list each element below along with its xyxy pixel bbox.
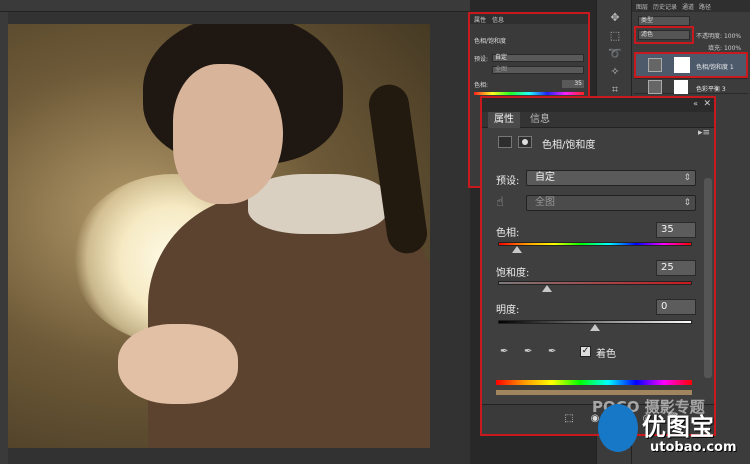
panel-scrollbar[interactable] [704, 178, 712, 378]
layer-row-color-balance[interactable]: 色彩平衡 3 [634, 78, 748, 94]
vertical-ruler [0, 12, 8, 464]
mask-icon[interactable] [518, 136, 532, 148]
lightness-value-input[interactable]: 0 [656, 299, 696, 315]
adjustment-icon[interactable] [498, 136, 512, 148]
properties-panel: « ✕ 属性 信息 ▸≡ 色相/饱和度 预设: 自定 ⇕ ☝ 全图 ⇕ 色相: … [480, 96, 716, 436]
saturation-slider-thumb[interactable] [541, 285, 552, 292]
lightness-slider-thumb[interactable] [590, 324, 600, 331]
mini-channel-select[interactable]: 全图 [492, 66, 584, 74]
hue-slider-thumb[interactable] [512, 246, 523, 253]
opacity-row[interactable]: 不透明度: 100% [696, 31, 741, 40]
layer-kind-filter[interactable]: 类型 [638, 16, 690, 26]
panel-title-bar[interactable]: « ✕ [482, 98, 714, 112]
channel-select[interactable]: 全图 ⇕ [526, 195, 696, 211]
tab-layers[interactable]: 图层 [636, 2, 648, 11]
hue-label: 色相: [496, 228, 520, 239]
saturation-value-input[interactable]: 25 [656, 260, 696, 276]
properties-tabs: 属性 信息 ▸≡ [482, 112, 714, 138]
colorize-label: 着色 [596, 349, 616, 360]
utobao-url: utobao.com [650, 440, 737, 455]
canvas-workspace[interactable] [0, 0, 470, 464]
blend-mode-select[interactable]: 滤色 [638, 30, 690, 40]
colorize-checkbox[interactable]: ✓ [580, 346, 591, 357]
saturation-label: 饱和度: [496, 268, 530, 279]
move-tool-icon[interactable]: ✥ [607, 10, 623, 26]
photo-hands [118, 324, 238, 404]
mini-hue-label: 色相: [474, 82, 489, 89]
preset-select[interactable]: 自定 ⇕ [526, 170, 696, 186]
tab-history[interactable]: 历史记录 [653, 2, 677, 11]
layer-name[interactable]: 色彩平衡 3 [696, 84, 726, 93]
photo-face [173, 64, 283, 204]
tab-info[interactable]: 信息 [524, 112, 556, 128]
close-icon[interactable]: ✕ [703, 99, 711, 109]
channel-value: 全图 [535, 197, 555, 208]
utobao-brand-text: 优图宝 [642, 413, 714, 441]
saturation-slider-track[interactable] [498, 281, 692, 285]
opacity-label: 不透明度: [696, 33, 723, 40]
hue-value-input[interactable]: 35 [656, 222, 696, 238]
adjustment-layer-icon [648, 80, 662, 94]
select-arrow-icon: ⇕ [683, 173, 691, 183]
layers-panel-tabs: 图层 历史记录 通道 路径 [632, 0, 750, 12]
photo-collar [248, 174, 388, 234]
mini-adjustment-title: 色相/饱和度 [474, 38, 507, 45]
preset-label: 预设: [496, 176, 520, 187]
document-canvas-photo[interactable] [8, 24, 430, 448]
adjustment-title: 色相/饱和度 [542, 140, 596, 151]
collapse-icon[interactable]: « [693, 99, 698, 108]
clip-to-layer-icon[interactable]: ⬚ [562, 413, 576, 427]
mini-hue-value[interactable]: 35 [562, 80, 584, 88]
eyedropper-icon[interactable]: ✒ [500, 346, 512, 360]
utobao-logo-icon [598, 404, 638, 452]
mini-tab-info[interactable]: 信息 [492, 15, 504, 24]
output-color-bar [496, 390, 692, 395]
tab-channels[interactable]: 通道 [682, 2, 694, 11]
preset-value: 自定 [535, 172, 555, 183]
hand-adjust-icon[interactable]: ☝ [496, 195, 504, 210]
fill-row[interactable]: 填充: 100% [708, 43, 741, 52]
marquee-tool-icon[interactable]: ⬚ [607, 28, 623, 44]
mini-hue-gradient [474, 92, 584, 95]
quick-select-tool-icon[interactable]: ✧ [607, 64, 623, 80]
mini-tab-properties[interactable]: 属性 [474, 15, 486, 24]
select-arrow-icon: ⇕ [683, 198, 691, 208]
eyedropper-minus-icon[interactable]: ✒ [548, 346, 560, 360]
lightness-label: 明度: [496, 305, 520, 316]
tab-properties[interactable]: 属性 [488, 112, 520, 128]
tab-paths[interactable]: 路径 [699, 2, 711, 11]
selected-layer-highlight [634, 52, 748, 78]
mini-panel-tabs: 属性 信息 [470, 14, 588, 24]
lasso-tool-icon[interactable]: ➰ [607, 46, 623, 62]
layer-mask-thumbnail[interactable] [674, 80, 688, 94]
opacity-value[interactable]: 100% [724, 33, 741, 40]
horizontal-ruler [0, 0, 470, 12]
mini-preset-select[interactable]: 自定 [492, 54, 584, 62]
fill-label: 填充: [708, 45, 723, 52]
fill-value[interactable]: 100% [724, 45, 741, 52]
mini-preset-label: 预设: [474, 56, 489, 63]
eyedropper-plus-icon[interactable]: ✒ [524, 346, 536, 360]
panel-menu-icon[interactable]: ▸≡ [698, 128, 710, 138]
hue-slider-track[interactable] [498, 242, 692, 246]
input-color-bar [496, 380, 692, 385]
